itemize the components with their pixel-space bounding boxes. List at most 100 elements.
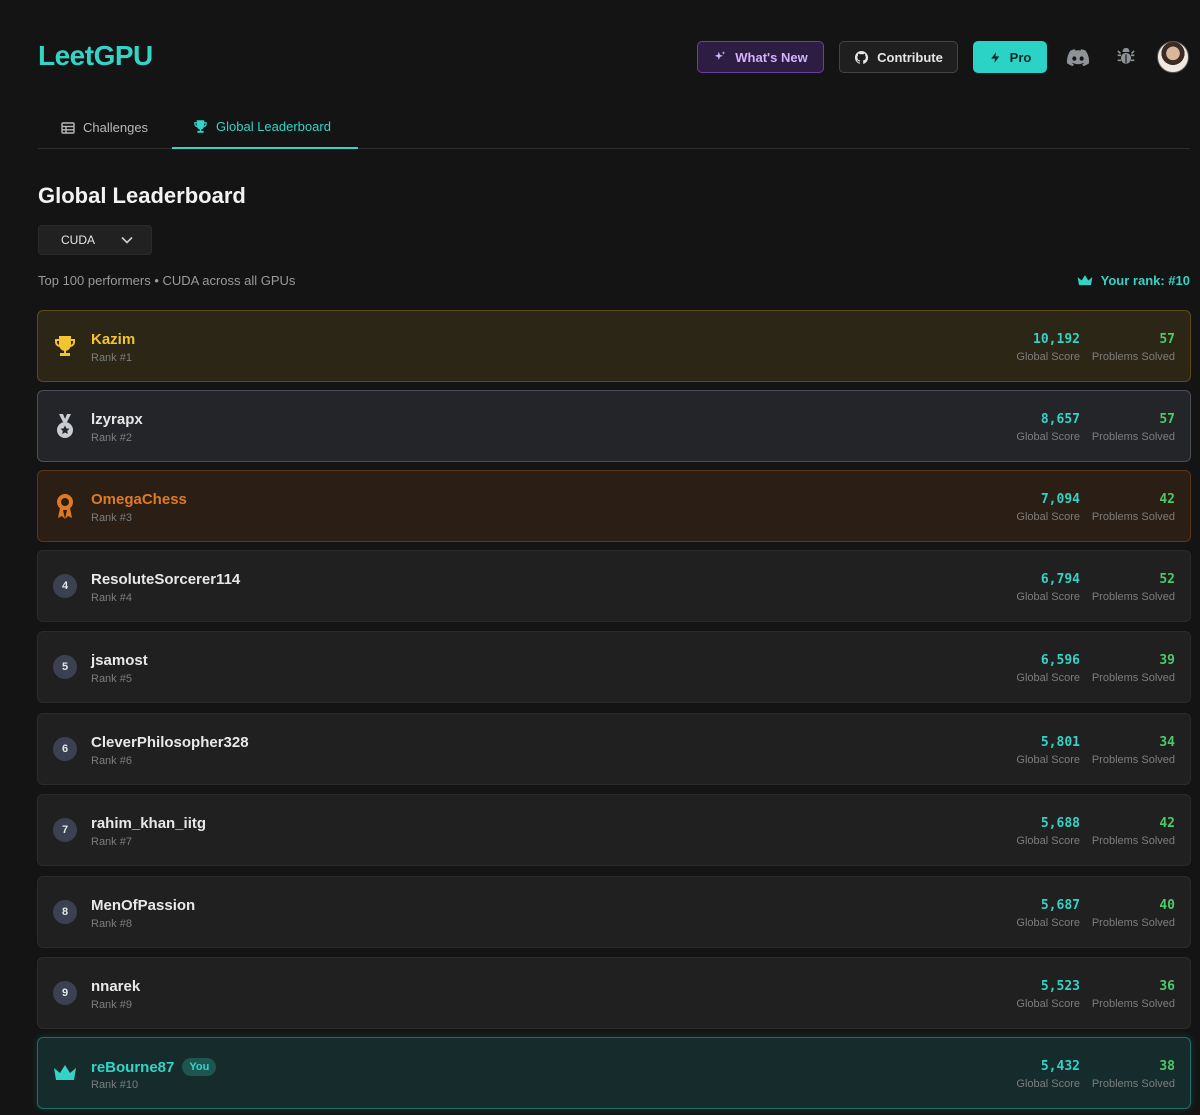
whats-new-button[interactable]: What's New	[697, 41, 824, 73]
player-name[interactable]: CleverPhilosopher328	[91, 734, 249, 751]
pro-button[interactable]: Pro	[973, 41, 1047, 73]
trophy-icon	[52, 333, 78, 359]
tab-leaderboard-label: Global Leaderboard	[216, 119, 331, 134]
main-tabs: Challenges Global Leaderboard	[38, 106, 1190, 149]
problems-solved-value: 52	[1159, 572, 1175, 587]
player-name[interactable]: MenOfPassion	[91, 897, 195, 914]
problems-solved-value: 38	[1159, 1059, 1175, 1074]
global-score-label: Global Score	[1016, 511, 1080, 523]
player-name-text: reBourne87	[91, 1058, 175, 1076]
global-score-value: 6,596	[1040, 653, 1080, 668]
player-name-text: lzyrapx	[91, 411, 143, 428]
problems-solved-label: Problems Solved	[1091, 835, 1175, 847]
global-score-label: Global Score	[1016, 431, 1080, 443]
player-name-text: ResoluteSorcerer114	[91, 571, 241, 588]
problems-solved-value: 39	[1159, 653, 1175, 668]
lightning-icon	[990, 51, 999, 63]
you-badge: You	[182, 1058, 217, 1076]
player-name-text: OmegaChess	[91, 491, 187, 508]
global-score-value: 5,432	[1040, 1059, 1080, 1074]
leaderboard-row[interactable]: Kazim Rank #1 10,192 Global Score 57 Pro…	[37, 310, 1191, 382]
leaderboard-row[interactable]: 7 rahim_khan_iitg Rank #7 5,688 Global S…	[37, 794, 1191, 866]
leaderboard-row-current-user[interactable]: reBourne87 You Rank #10 5,432 Global Sco…	[37, 1037, 1191, 1109]
problems-solved-label: Problems Solved	[1091, 591, 1175, 603]
bug-icon[interactable]	[1114, 45, 1138, 69]
rank-number-badge: 6	[53, 737, 77, 761]
pro-label: Pro	[1009, 49, 1032, 65]
leaderboard-row[interactable]: 9 nnarek Rank #9 5,523 Global Score 36 P…	[37, 957, 1191, 1029]
player-rank: Rank #7	[91, 836, 132, 848]
problems-solved-label: Problems Solved	[1091, 511, 1175, 523]
problems-solved-value: 42	[1159, 816, 1175, 831]
player-name[interactable]: lzyrapx	[91, 411, 143, 428]
player-name[interactable]: reBourne87 You	[91, 1058, 217, 1076]
player-name-text: nnarek	[91, 978, 141, 995]
global-score-value: 5,523	[1040, 979, 1080, 994]
top-header: LeetGPU What's New Contribute Pro	[0, 0, 1200, 110]
tab-global-leaderboard[interactable]: Global Leaderboard	[172, 106, 358, 149]
global-score-value: 5,687	[1040, 898, 1080, 913]
tab-challenges[interactable]: Challenges	[61, 106, 148, 149]
contribute-button[interactable]: Contribute	[839, 41, 958, 73]
player-name[interactable]: ResoluteSorcerer114	[91, 571, 240, 588]
player-name[interactable]: Kazim	[91, 331, 135, 348]
global-score-value: 5,688	[1040, 816, 1080, 831]
leaderboard-row[interactable]: 4 ResoluteSorcerer114 Rank #4 6,794 Glob…	[37, 550, 1191, 622]
player-name-text: MenOfPassion	[91, 897, 196, 914]
player-name-text: CleverPhilosopher328	[91, 734, 249, 751]
player-name[interactable]: nnarek	[91, 978, 140, 995]
rank-number-badge: 8	[53, 900, 77, 924]
global-score-value: 7,094	[1040, 492, 1080, 507]
leaderboard-row[interactable]: OmegaChess Rank #3 7,094 Global Score 42…	[37, 470, 1191, 542]
bronze-award-icon	[52, 493, 78, 519]
user-avatar[interactable]	[1157, 41, 1189, 73]
global-score-value: 6,794	[1040, 572, 1080, 587]
problems-solved-value: 34	[1159, 735, 1175, 750]
global-score-label: Global Score	[1016, 351, 1080, 363]
page-title: Global Leaderboard	[38, 183, 246, 208]
discord-icon[interactable]	[1066, 45, 1090, 69]
player-rank: Rank #1	[91, 352, 132, 364]
global-score-label: Global Score	[1016, 672, 1080, 684]
table-icon	[61, 121, 75, 134]
player-name-text: Kazim	[91, 331, 136, 348]
leaderboard-row[interactable]: 6 CleverPhilosopher328 Rank #6 5,801 Glo…	[37, 713, 1191, 785]
player-rank: Rank #9	[91, 999, 132, 1011]
global-score-value: 10,192	[1033, 332, 1080, 347]
sparkles-icon	[715, 51, 726, 60]
problems-solved-label: Problems Solved	[1091, 998, 1175, 1010]
github-icon	[855, 50, 869, 64]
player-name[interactable]: jsamost	[91, 652, 148, 669]
contribute-label: Contribute	[877, 49, 943, 65]
leaderboard-row[interactable]: 5 jsamost Rank #5 6,596 Global Score 39 …	[37, 631, 1191, 703]
player-name[interactable]: OmegaChess	[91, 491, 187, 508]
crown-icon	[1077, 275, 1092, 286]
whats-new-label: What's New	[735, 49, 808, 65]
leaderboard-row[interactable]: 8 MenOfPassion Rank #8 5,687 Global Scor…	[37, 876, 1191, 948]
leaderboard-row[interactable]: lzyrapx Rank #2 8,657 Global Score 57 Pr…	[37, 390, 1191, 462]
language-select-value: CUDA	[61, 233, 96, 247]
global-score-label: Global Score	[1016, 998, 1080, 1010]
player-name[interactable]: rahim_khan_iitg	[91, 815, 206, 832]
rank-number-badge: 7	[53, 818, 77, 842]
player-rank: Rank #10	[91, 1079, 139, 1091]
language-select[interactable]: CUDA	[38, 225, 152, 255]
problems-solved-value: 36	[1159, 979, 1175, 994]
problems-solved-value: 57	[1159, 332, 1175, 347]
leaderboard-subtitle: Top 100 performers • CUDA across all GPU…	[38, 273, 296, 288]
player-rank: Rank #8	[91, 918, 132, 930]
chevron-down-icon	[121, 236, 133, 244]
trophy-icon	[194, 120, 207, 133]
problems-solved-value: 40	[1159, 898, 1175, 913]
app-logo[interactable]: LeetGPU	[38, 40, 153, 72]
global-score-value: 5,801	[1040, 735, 1080, 750]
rank-number-badge: 4	[53, 574, 77, 598]
global-score-label: Global Score	[1016, 917, 1080, 929]
rank-number-badge: 9	[53, 981, 77, 1005]
tab-challenges-label: Challenges	[83, 120, 149, 135]
player-name-text: jsamost	[91, 652, 148, 669]
problems-solved-label: Problems Solved	[1091, 754, 1175, 766]
global-score-value: 8,657	[1040, 412, 1080, 427]
global-score-label: Global Score	[1016, 754, 1080, 766]
problems-solved-label: Problems Solved	[1091, 672, 1175, 684]
